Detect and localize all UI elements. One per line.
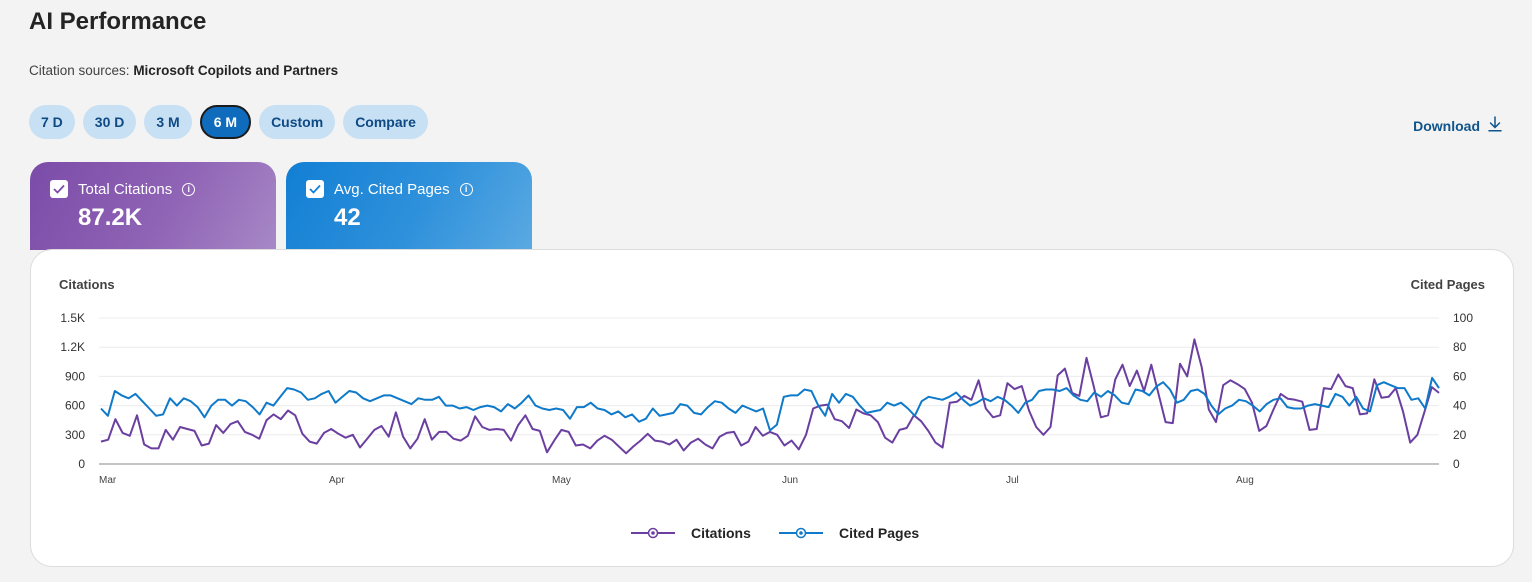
citation-sources: Citation sources: Microsoft Copilots and… [29, 63, 338, 78]
download-button[interactable]: Download [1413, 116, 1502, 135]
y-left-tick: 0 [78, 457, 85, 471]
y-right-tick: 80 [1453, 340, 1467, 354]
y-right-tick: 40 [1453, 399, 1467, 413]
avg-cited-pages-checkbox[interactable] [306, 180, 324, 198]
y-left-tick: 1.2K [60, 340, 85, 354]
x-tick: Aug [1236, 475, 1254, 486]
y-left-tick: 600 [65, 399, 85, 413]
date-range-selector: 7 D 30 D 3 M 6 M Custom Compare [29, 105, 428, 139]
compare-button[interactable]: Compare [343, 105, 428, 139]
y-left-axis-title: Citations [59, 277, 115, 292]
y-left-tick: 1.5K [60, 311, 85, 325]
series-line-citations [100, 338, 1440, 455]
x-tick: Jun [782, 475, 798, 486]
x-tick: Mar [99, 475, 117, 486]
citation-sources-label: Citation sources: [29, 63, 130, 78]
checkmark-icon [53, 184, 65, 194]
page-title: AI Performance [29, 8, 207, 35]
chart-legend: Citations Cited Pages [631, 525, 919, 541]
download-icon [1488, 116, 1502, 135]
info-icon[interactable]: i [182, 182, 196, 196]
y-left-tick: 900 [65, 369, 85, 383]
avg-cited-pages-card[interactable]: Avg. Cited Pages i 42 [286, 162, 532, 250]
chart-panel: Citations Cited Pages 0 300 600 900 1.2K 1.5K… [30, 249, 1514, 567]
y-right-axis-title: Cited Pages [1411, 277, 1485, 292]
total-citations-checkbox[interactable] [50, 180, 68, 198]
range-30d-button[interactable]: 30 D [82, 105, 137, 139]
y-right-tick: 20 [1453, 428, 1467, 442]
range-7d-button[interactable]: 7 D [29, 105, 75, 139]
checkmark-icon [309, 184, 321, 194]
legend-citations-label: Citations [691, 525, 751, 541]
legend-citations[interactable]: Citations [631, 525, 751, 541]
x-tick: Jul [1006, 475, 1019, 486]
y-right-tick: 60 [1453, 369, 1467, 383]
total-citations-label: Total Citations [78, 180, 173, 198]
range-6m-button[interactable]: 6 M [199, 105, 252, 139]
total-citations-value: 87.2K [78, 204, 143, 231]
legend-cited-pages[interactable]: Cited Pages [779, 525, 919, 541]
range-custom-button[interactable]: Custom [259, 105, 336, 139]
legend-cited-pages-label: Cited Pages [839, 525, 919, 541]
y-right-tick: 0 [1453, 457, 1460, 471]
info-icon[interactable]: i [459, 182, 473, 196]
x-tick: May [552, 475, 571, 486]
y-right-tick: 100 [1453, 311, 1473, 325]
y-left-tick: 300 [65, 428, 85, 442]
total-citations-card[interactable]: Total Citations i 87.2K [30, 162, 276, 250]
download-label: Download [1413, 117, 1480, 134]
x-tick: Apr [329, 475, 345, 486]
range-3m-button[interactable]: 3 M [144, 105, 192, 139]
avg-cited-pages-label: Avg. Cited Pages [334, 180, 450, 198]
performance-chart: Citations Cited Pages 03006009001.2K1.5K… [59, 277, 1485, 541]
citation-sources-value: Microsoft Copilots and Partners [133, 63, 339, 78]
avg-cited-pages-value: 42 [334, 204, 361, 231]
